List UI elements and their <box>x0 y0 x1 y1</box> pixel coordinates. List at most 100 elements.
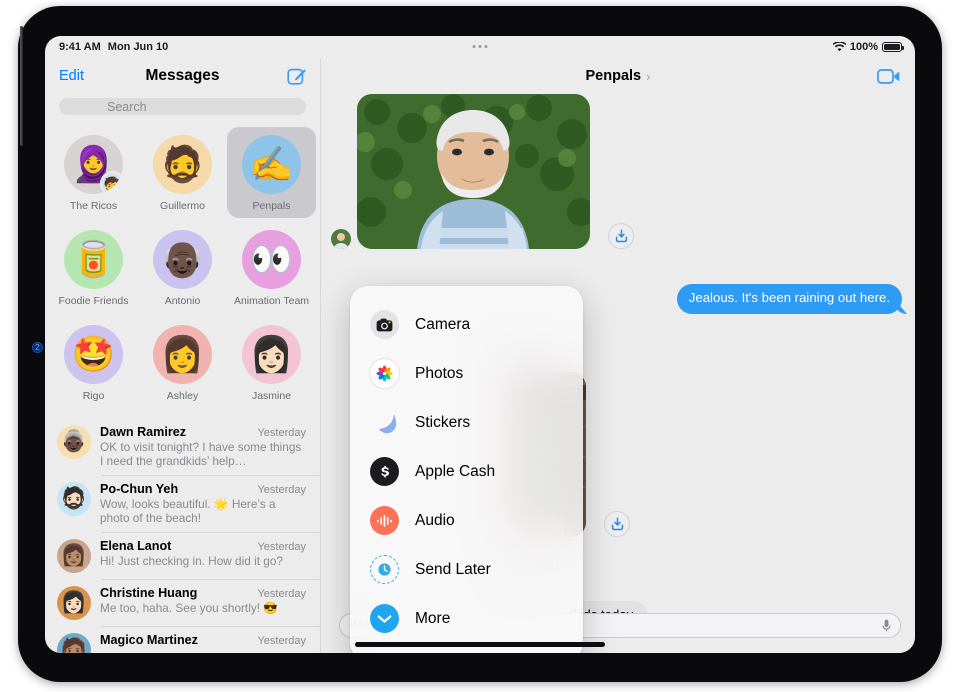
conversation-time: Yesterday <box>257 540 306 553</box>
stickers-icon <box>370 408 399 437</box>
pinned-item-guillermo[interactable]: 🧔 Guillermo <box>138 127 227 218</box>
conversation-preview: Me too, haha. See you shortly! 😎 <box>100 600 278 615</box>
attachment-menu: Camera Photos Stickers Apple Cash Audio … <box>350 286 583 653</box>
avatar: 👵🏿 <box>57 425 91 459</box>
menu-item-label: Audio <box>415 511 455 529</box>
pinned-item-rigo[interactable]: 🤩 Rigo <box>49 317 138 408</box>
send-later-clock-icon <box>370 555 399 584</box>
conversation-list-item[interactable]: 🧑🏽 Magico Martinez Yesterday <box>45 625 320 653</box>
pinned-item-antonio[interactable]: 👴🏿 Antonio <box>138 222 227 313</box>
apple-cash-icon <box>370 457 399 486</box>
menu-item-apple-cash[interactable]: Apple Cash <box>350 447 583 496</box>
sidebar-nav-bar: Edit Messages <box>45 58 320 94</box>
conversation-time: Yesterday <box>257 483 306 496</box>
pinned-mini-avatar: 🧒 <box>100 171 123 194</box>
pinned-conversations-grid: 🧕 🧒 The Ricos 🧔 Guillermo ✍️ Penpals 🥫 Foodi… <box>45 127 320 408</box>
avatar: 👩🏽 <box>57 538 91 573</box>
compose-icon[interactable] <box>287 66 307 86</box>
menu-item-stickers[interactable]: Stickers <box>350 398 583 447</box>
conversation-list: 👵🏿 Dawn Ramirez Yesterday OK to visit to… <box>45 418 320 653</box>
menu-item-camera[interactable]: Camera <box>350 300 583 349</box>
conversation-list-item[interactable]: 👩🏻 Christine Huang Yesterday Me too, hah… <box>45 578 320 626</box>
menu-item-more[interactable]: More <box>350 594 583 643</box>
menu-item-label: Apple Cash <box>415 462 496 480</box>
pinned-avatar: 👩 <box>153 325 212 384</box>
pinned-item-foodie-friends[interactable]: 🥫 Foodie Friends <box>49 222 138 313</box>
message-row-photo-1 <box>331 94 634 249</box>
conversation-time: Yesterday <box>257 634 306 647</box>
conversation-name: Po-Chun Yeh <box>100 481 179 496</box>
microphone-icon[interactable] <box>882 619 891 632</box>
menu-item-label: Send Later <box>415 560 491 578</box>
conversation-list-item[interactable]: 🧔🏻 Po-Chun Yeh Yesterday Wow, looks beau… <box>45 474 320 532</box>
audio-waveform-icon <box>370 506 399 535</box>
wifi-icon <box>832 42 846 52</box>
menu-item-audio[interactable]: Audio <box>350 496 583 545</box>
save-to-photos-icon[interactable] <box>608 223 634 249</box>
ipad-screen: 9:41 AM Mon Jun 10 100% Edit Messages Se… <box>45 36 915 653</box>
sidebar-title: Messages <box>145 67 220 84</box>
status-time: 9:41 AM <box>59 41 101 53</box>
chevron-right-icon: › <box>646 68 651 84</box>
pinned-item-penpals[interactable]: ✍️ Penpals <box>227 127 316 218</box>
photo-message-selfie[interactable] <box>357 94 590 249</box>
pinned-label: Penpals <box>252 200 291 212</box>
camera-icon <box>370 310 399 339</box>
status-date: Mon Jun 10 <box>107 41 169 53</box>
conversation-preview: Hi! Just checking in. How did it go? <box>100 553 283 568</box>
home-indicator <box>355 642 605 647</box>
ipad-device-frame: 2 9:41 AM Mon Jun 10 100% Edit Messages <box>18 6 942 682</box>
save-to-photos-icon[interactable] <box>604 511 630 537</box>
facetime-video-icon[interactable] <box>877 68 901 85</box>
pinned-avatar: 🧕 🧒 <box>64 135 123 194</box>
pinned-label: Animation Team <box>233 295 310 307</box>
conversation-list-item[interactable]: 👩🏽 Elena Lanot Yesterday Hi! Just checki… <box>45 531 320 579</box>
pinned-label: Guillermo <box>160 200 205 212</box>
pinned-label: Rigo <box>82 390 105 402</box>
avatar: 👩🏻 <box>57 585 91 620</box>
multitasking-dots-icon[interactable] <box>472 45 488 48</box>
pinned-avatar: 🧔 <box>153 135 212 194</box>
pinned-label: Jasmine <box>251 390 292 402</box>
search-input[interactable]: Search <box>59 98 306 115</box>
battery-icon <box>882 42 904 52</box>
pinned-item-the-ricos[interactable]: 🧕 🧒 The Ricos <box>49 127 138 218</box>
conversation-name: Magico Martinez <box>100 632 198 647</box>
conversation-nav-bar: Penpals › <box>321 58 915 94</box>
pinned-avatar: ✍️ <box>242 135 301 194</box>
conversation-title[interactable]: Penpals › <box>586 68 651 84</box>
status-bar-right: 100% <box>832 41 904 53</box>
menu-item-photos[interactable]: Photos <box>350 349 583 398</box>
battery-percent-label: 100% <box>849 41 878 53</box>
conversation-title-text: Penpals <box>585 68 642 84</box>
menu-item-label: Photos <box>415 364 464 382</box>
pinned-avatar: 👴🏿 <box>153 230 212 289</box>
conversation-time: Yesterday <box>257 427 306 439</box>
messages-sidebar: Edit Messages Search 🧕 🧒 The Ricos 🧔 Guill… <box>45 58 321 653</box>
menu-item-label: Stickers <box>415 413 471 431</box>
status-bar: 9:41 AM Mon Jun 10 100% <box>45 36 915 58</box>
conversation-list-item[interactable]: 👵🏿 Dawn Ramirez Yesterday OK to visit to… <box>45 418 320 475</box>
avatar: 🧑🏽 <box>57 632 91 653</box>
conversation-name: Elena Lanot <box>100 538 172 553</box>
pinned-label: The Ricos <box>69 200 118 212</box>
menu-item-send-later[interactable]: Send Later <box>350 545 583 594</box>
conversation-preview: Wow, looks beautiful. 🌟 Here’s a photo o… <box>100 496 276 526</box>
photos-icon <box>370 359 399 388</box>
pinned-avatar: 👀 <box>242 230 301 289</box>
message-row-outgoing-1: Jealous. It's been raining out here. <box>676 284 902 314</box>
menu-item-label: More <box>415 609 451 627</box>
pinned-item-jasmine[interactable]: 👩🏻 Jasmine <box>227 317 316 408</box>
conversation-name: Christine Huang <box>100 585 198 600</box>
avatar: 🧔🏻 <box>57 481 91 516</box>
pinned-label: Ashley <box>166 390 199 402</box>
pinned-item-animation-team[interactable]: 👀 Animation Team <box>227 222 316 313</box>
message-bubble-outgoing[interactable]: Jealous. It's been raining out here. <box>676 284 902 314</box>
status-bar-left: 9:41 AM Mon Jun 10 <box>59 41 168 53</box>
pinned-avatar: 🤩 <box>64 325 123 384</box>
pinned-label: Foodie Friends <box>58 295 129 307</box>
chevron-down-icon <box>370 604 399 633</box>
edit-button[interactable]: Edit <box>59 68 84 84</box>
pinned-item-ashley[interactable]: 👩 Ashley <box>138 317 227 408</box>
conversation-preview: OK to visit tonight? I have some things … <box>100 440 302 469</box>
